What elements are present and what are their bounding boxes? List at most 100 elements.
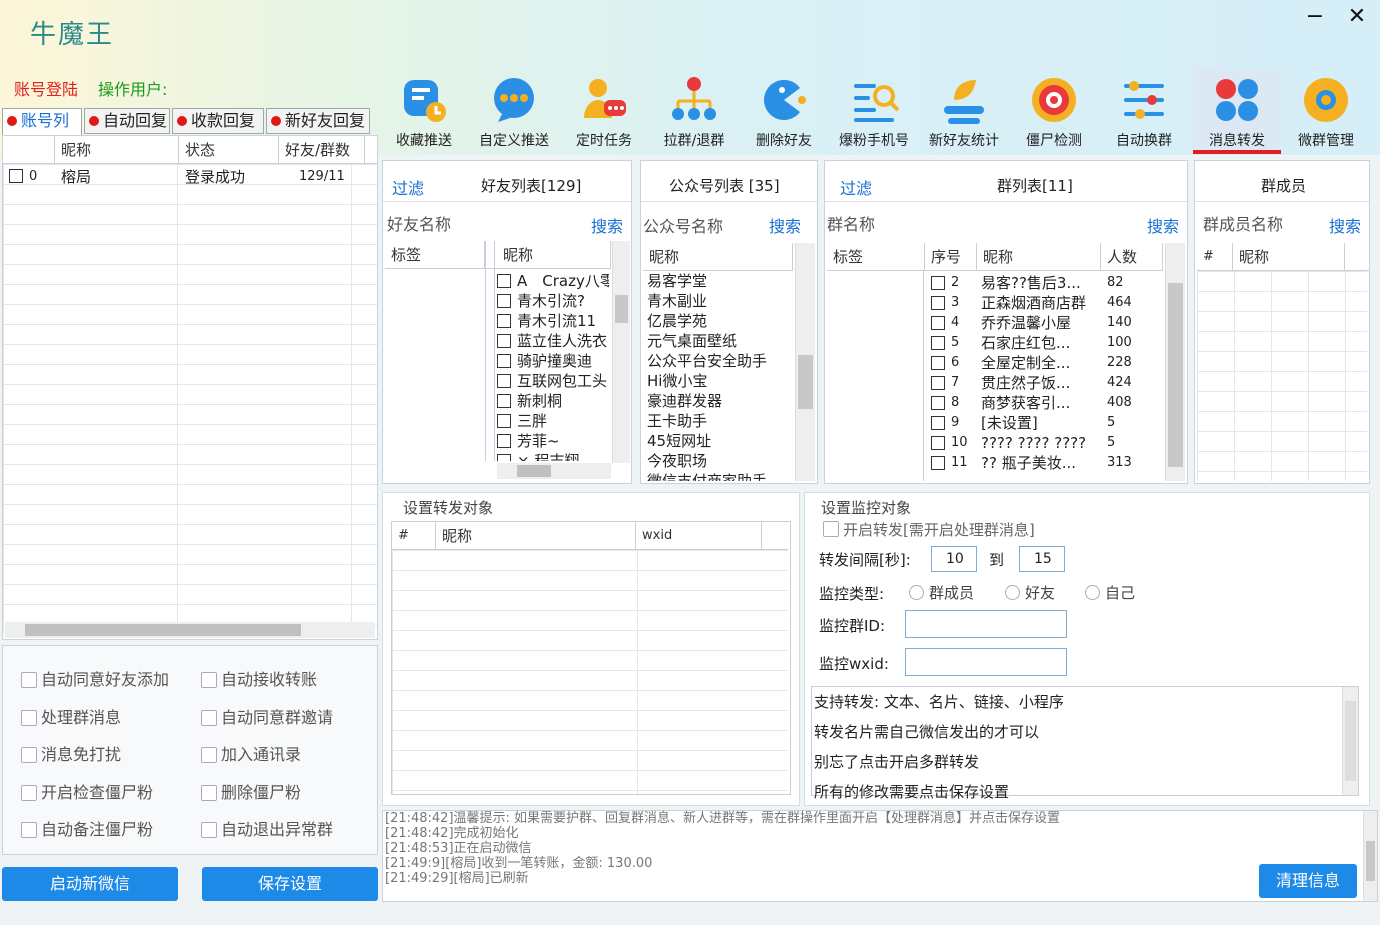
col-member-count[interactable]: 人数: [1101, 243, 1163, 271]
col-status[interactable]: 状态: [179, 136, 279, 164]
tab-accounts[interactable]: 账号列: [2, 108, 82, 136]
group-row[interactable]: 2 易客??售后3... 82: [925, 273, 1163, 293]
account-checkbox[interactable]: [9, 169, 23, 183]
wxid-input[interactable]: [905, 648, 1067, 676]
friend-checkbox[interactable]: [497, 274, 511, 288]
type-self-radio[interactable]: [1085, 585, 1100, 600]
option-item[interactable]: 处理群消息: [21, 704, 121, 728]
option-item[interactable]: 自动备注僵尸粉: [21, 816, 153, 840]
toolbar-message-forward[interactable]: 消息转发: [1193, 70, 1281, 154]
group-checkbox[interactable]: [931, 376, 945, 390]
official-search-button[interactable]: 搜索: [769, 213, 801, 237]
group-checkbox[interactable]: [931, 436, 945, 450]
option-checkbox[interactable]: [21, 672, 37, 688]
group-checkbox[interactable]: [931, 416, 945, 430]
friend-checkbox[interactable]: [497, 334, 511, 348]
friend-checkbox[interactable]: [497, 374, 511, 388]
group-row[interactable]: 8 商梦获客引... 408: [925, 393, 1163, 413]
group-row[interactable]: 5 石家庄红包... 100: [925, 333, 1163, 353]
friend-row[interactable]: 骑驴撞奥迪: [497, 351, 609, 371]
official-row[interactable]: 今夜职场: [647, 451, 793, 471]
friend-row[interactable]: × 程志翔: [497, 451, 609, 461]
group-checkbox[interactable]: [931, 316, 945, 330]
tab-auto-reply[interactable]: 自动回复: [84, 108, 170, 134]
col-friend-group-count[interactable]: 好友/群数: [279, 136, 365, 164]
toolbar-phone-fans[interactable]: 爆粉手机号: [830, 70, 918, 154]
member-search-button[interactable]: 搜索: [1329, 213, 1361, 237]
interval-to-input[interactable]: 15: [1019, 546, 1065, 572]
enable-forward-checkbox[interactable]: [823, 521, 839, 537]
friend-checkbox[interactable]: [497, 414, 511, 428]
col-tag[interactable]: 标签: [385, 241, 485, 269]
option-checkbox[interactable]: [201, 784, 217, 801]
toolbar-auto-switch-group[interactable]: 自动换群: [1100, 70, 1188, 154]
toolbar-scheduled-task[interactable]: 定时任务: [560, 70, 648, 154]
group-row[interactable]: 9 [未设置] 5: [925, 413, 1163, 433]
tab-new-friend-reply[interactable]: 新好友回复: [266, 108, 370, 134]
toolbar-delete-friend[interactable]: 删除好友: [740, 70, 828, 154]
toolbar-group-manage[interactable]: 微群管理: [1282, 70, 1370, 154]
friend-row[interactable]: 新刺桐: [497, 391, 609, 411]
friend-row[interactable]: 蓝立佳人洗衣: [497, 331, 609, 351]
option-item[interactable]: 自动接收转账: [201, 666, 317, 690]
friend-checkbox[interactable]: [497, 294, 511, 308]
option-checkbox[interactable]: [201, 709, 217, 726]
minimize-button[interactable]: −: [1300, 4, 1330, 30]
friend-checkbox[interactable]: [497, 314, 511, 328]
col-nickname[interactable]: 昵称: [55, 136, 179, 164]
friend-hscrollbar[interactable]: [497, 463, 611, 479]
group-row[interactable]: 10 ???? ???? ???? 5: [925, 433, 1163, 453]
option-item[interactable]: 加入通讯录: [201, 741, 301, 765]
friend-checkbox[interactable]: [497, 454, 511, 461]
friend-checkbox[interactable]: [497, 354, 511, 368]
account-row[interactable]: 0 榕局 登录成功 129/11: [3, 167, 377, 187]
col-nickname[interactable]: 昵称: [497, 241, 611, 269]
option-checkbox[interactable]: [201, 747, 217, 763]
toolbar-group-join-leave[interactable]: 拉群/退群: [650, 70, 738, 154]
option-checkbox[interactable]: [201, 822, 217, 838]
option-item[interactable]: 删除僵尸粉: [201, 779, 301, 803]
login-link[interactable]: 账号登陆: [14, 76, 78, 100]
option-checkbox[interactable]: [21, 709, 37, 726]
official-row[interactable]: Hi微小宝: [647, 371, 793, 391]
friend-row[interactable]: 芳菲~: [497, 431, 609, 451]
friend-checkbox[interactable]: [497, 394, 511, 408]
group-row[interactable]: 4 乔乔温馨小屋 140: [925, 313, 1163, 333]
account-hscrollbar[interactable]: [5, 622, 375, 638]
notes-vscrollbar[interactable]: [1342, 687, 1358, 795]
close-button[interactable]: ✕: [1342, 4, 1372, 30]
col-hash[interactable]: #: [392, 522, 436, 550]
official-row[interactable]: 公众平台安全助手: [647, 351, 793, 371]
official-row[interactable]: 王卡助手: [647, 411, 793, 431]
friend-checkbox[interactable]: [497, 434, 511, 448]
interval-from-input[interactable]: 10: [931, 546, 977, 572]
group-search-button[interactable]: 搜索: [1147, 213, 1179, 237]
official-vscrollbar[interactable]: [795, 243, 815, 481]
group-id-input[interactable]: [905, 610, 1067, 638]
group-checkbox[interactable]: [931, 456, 945, 470]
log-vscrollbar[interactable]: [1363, 811, 1377, 901]
save-settings-button[interactable]: 保存设置: [202, 867, 378, 901]
friend-row[interactable]: 青木引流11: [497, 311, 609, 331]
friend-row[interactable]: 互联网包工头: [497, 371, 609, 391]
official-row[interactable]: 青木副业: [647, 291, 793, 311]
group-filter-link[interactable]: 过滤: [840, 175, 872, 199]
col-nickname[interactable]: 昵称: [643, 243, 793, 271]
official-row[interactable]: 亿晨学苑: [647, 311, 793, 331]
group-checkbox[interactable]: [931, 356, 945, 370]
official-row[interactable]: 元气桌面壁纸: [647, 331, 793, 351]
group-checkbox[interactable]: [931, 396, 945, 410]
notes-textbox[interactable]: 支持转发: 文本、名片、链接、小程序 转发名片需自己微信发出的才可以 别忘了点击…: [811, 686, 1359, 801]
friend-row[interactable]: 青木引流?: [497, 291, 609, 311]
col-tag[interactable]: 标签: [827, 243, 925, 271]
col-nickname[interactable]: 昵称: [1233, 243, 1345, 271]
official-row[interactable]: 易客学堂: [647, 271, 793, 291]
start-wechat-button[interactable]: 启动新微信: [2, 867, 178, 901]
friend-filter-link[interactable]: 过滤: [392, 175, 424, 199]
option-checkbox[interactable]: [21, 747, 37, 763]
group-checkbox[interactable]: [931, 276, 945, 290]
group-row[interactable]: 7 贯庄然子饭... 424: [925, 373, 1163, 393]
toolbar-zombie-check[interactable]: 僵尸检测: [1010, 70, 1098, 154]
clear-info-button[interactable]: 清理信息: [1259, 864, 1357, 898]
group-vscrollbar[interactable]: [1165, 243, 1185, 481]
